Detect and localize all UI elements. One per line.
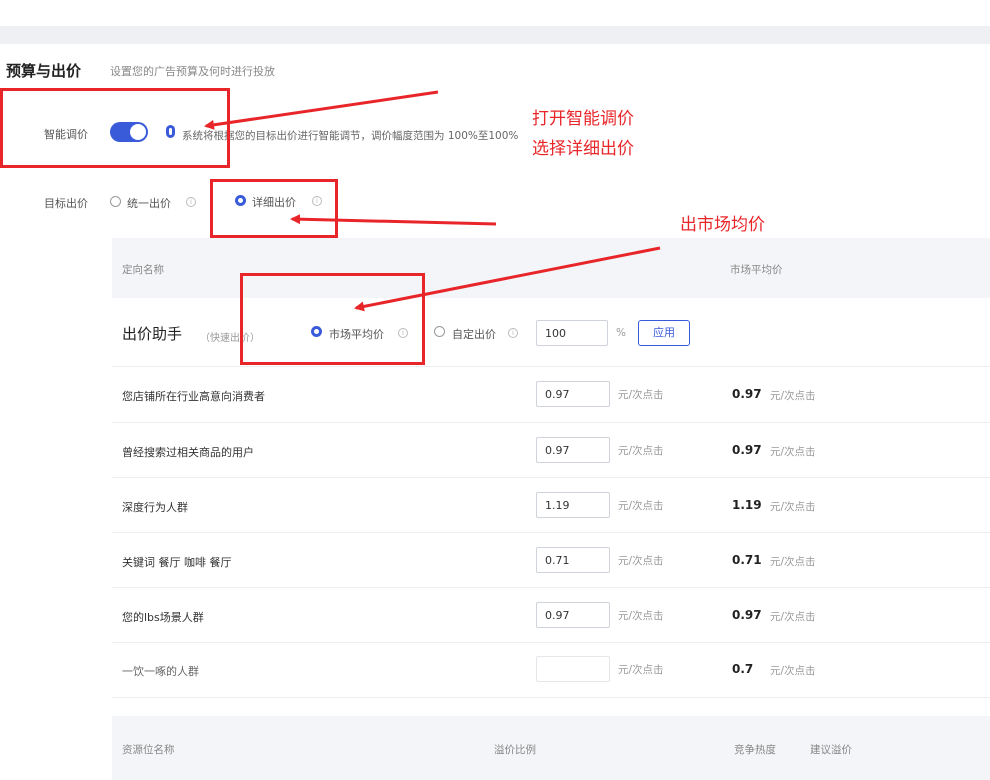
annotation-arrows — [204, 90, 661, 312]
annotation-text-3: 出市场均价 — [680, 215, 765, 235]
arrow-to-market-avg — [354, 246, 661, 312]
arrow-to-smart-bid — [204, 90, 439, 130]
arrow-to-detailed-bid — [290, 214, 497, 226]
annotation-text-1: 打开智能调价 — [532, 109, 634, 129]
annotation-text-2: 选择详细出价 — [532, 139, 634, 159]
